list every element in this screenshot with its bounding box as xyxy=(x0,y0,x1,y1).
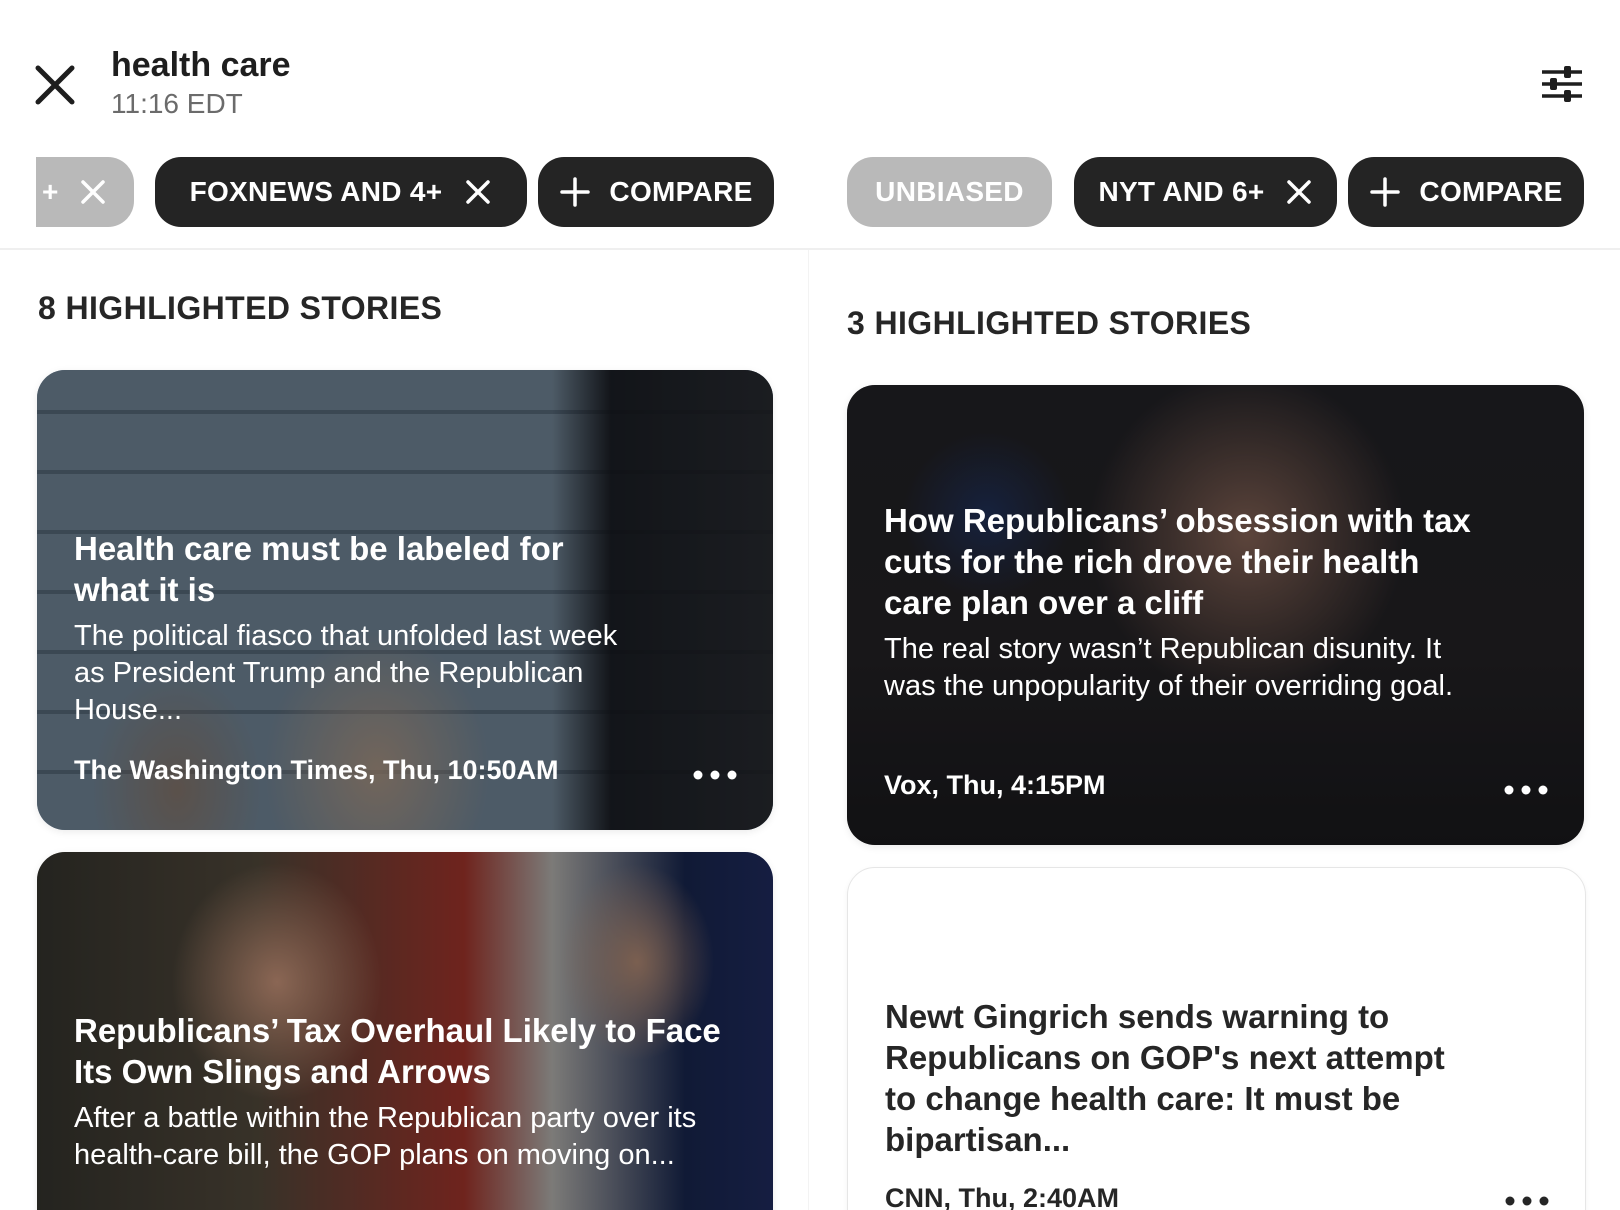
story-title: How Republicans’ obsession with tax cuts… xyxy=(884,502,1471,621)
story-card[interactable]: Newt Gingrich sends warning to Republica… xyxy=(847,867,1586,1210)
chip-unbiased[interactable]: UNBIASED xyxy=(847,157,1052,227)
story-title: Newt Gingrich sends warning to Republica… xyxy=(885,998,1445,1158)
story-card[interactable]: Health care must be labeled for what it … xyxy=(37,370,773,830)
news-compare-screen: health care 11:16 EDT + FOXNEWS AND 4+ C… xyxy=(0,0,1620,1210)
close-icon[interactable] xyxy=(30,60,80,110)
story-meta: Vox, Thu, 4:15PM xyxy=(884,770,1106,800)
story-meta: The Washington Times, Thu, 10:50AM xyxy=(74,755,559,785)
page-title: health care xyxy=(111,46,291,84)
ellipsis-icon[interactable] xyxy=(1502,783,1550,797)
story-summary: The real story wasn’t Republican disunit… xyxy=(884,633,1454,702)
right-section-heading: 3 HIGHLIGHTED STORIES xyxy=(847,305,1252,341)
plus-icon xyxy=(560,177,591,207)
compare-button-left[interactable]: COMPARE xyxy=(538,157,774,227)
story-meta: CNN, Thu, 2:40AM xyxy=(885,1183,1120,1210)
chip-source-label: FOXNEWS AND 4+ xyxy=(189,176,443,207)
story-title: Republicans’ Tax Overhaul Likely to Face… xyxy=(74,1012,721,1090)
story-card[interactable]: Republicans’ Tax Overhaul Likely to Face… xyxy=(37,852,773,1210)
compare-button-right[interactable]: COMPARE xyxy=(1348,157,1584,227)
chip-source-nyt[interactable]: NYT AND 6+ xyxy=(1074,157,1337,227)
chip-unbiased-label: UNBIASED xyxy=(875,176,1024,207)
header-divider xyxy=(0,248,1620,250)
chip-source-foxnews[interactable]: FOXNEWS AND 4+ xyxy=(155,157,527,227)
chip-source-label: NYT AND 6+ xyxy=(1098,176,1265,207)
chip-partial-label: + xyxy=(42,176,59,207)
chip-partial[interactable]: + xyxy=(36,157,134,227)
story-summary: After a battle within the Republican par… xyxy=(74,1102,697,1171)
column-divider xyxy=(808,250,809,1210)
ellipsis-icon[interactable] xyxy=(1503,1194,1551,1208)
story-text: Health care must be labeled for what it … xyxy=(74,528,623,729)
story-text: Republicans’ Tax Overhaul Likely to Face… xyxy=(74,1010,736,1174)
x-icon[interactable] xyxy=(79,178,107,206)
left-section-heading: 8 HIGHLIGHTED STORIES xyxy=(38,290,443,326)
plus-icon xyxy=(1370,177,1401,207)
x-icon[interactable] xyxy=(464,178,492,206)
story-title: Health care must be labeled for what it … xyxy=(74,530,564,608)
ellipsis-icon[interactable] xyxy=(691,768,739,782)
compare-label: COMPARE xyxy=(1419,176,1563,207)
compare-label: COMPARE xyxy=(609,176,753,207)
story-text: Newt Gingrich sends warning to Republica… xyxy=(885,996,1485,1160)
story-text: How Republicans’ obsession with tax cuts… xyxy=(884,500,1484,705)
story-summary: The political fiasco that unfolded last … xyxy=(74,620,618,726)
story-card[interactable]: How Republicans’ obsession with tax cuts… xyxy=(847,385,1584,845)
x-icon[interactable] xyxy=(1285,178,1313,206)
page-time: 11:16 EDT xyxy=(111,88,243,119)
sliders-icon[interactable] xyxy=(1538,60,1586,108)
